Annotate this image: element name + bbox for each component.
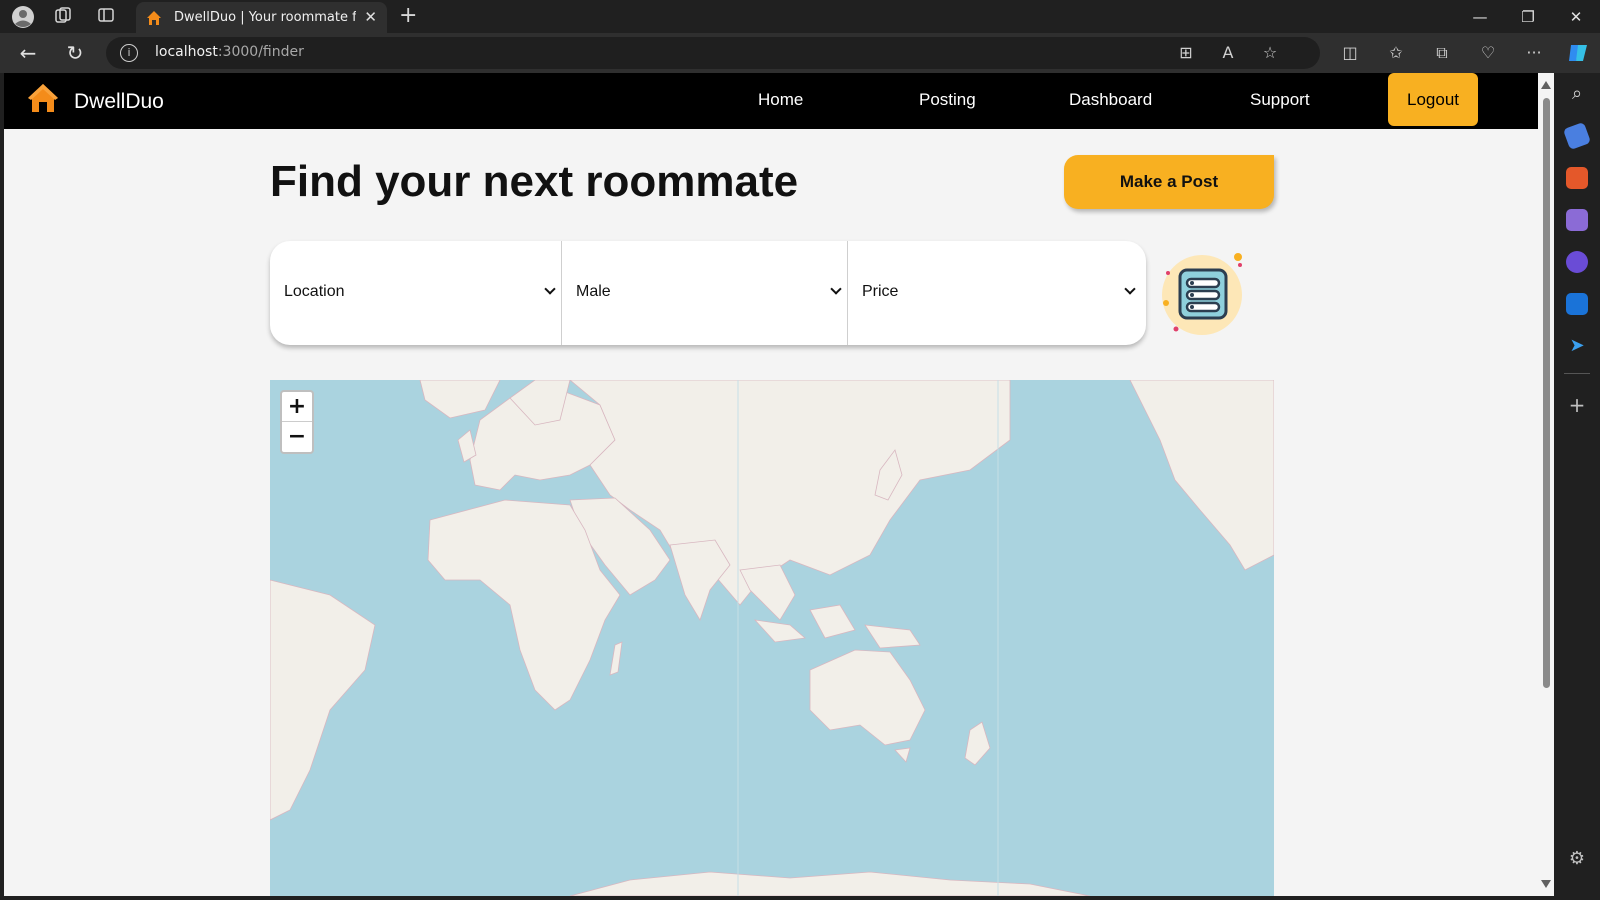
url-host: localhost	[155, 44, 218, 60]
collections-icon[interactable]: ⧉	[1430, 41, 1454, 65]
send-icon[interactable]: ➤	[1566, 335, 1588, 357]
chevron-down-icon	[1124, 283, 1136, 295]
vertical-tabs-icon[interactable]	[95, 6, 117, 28]
browser-tabbar: DwellDuo | Your roommate finder ✕ + — ❐ …	[0, 0, 1600, 35]
price-select[interactable]: Price	[848, 241, 1146, 345]
url-text: localhost:3000/finder	[155, 44, 304, 60]
site-navbar: DwellDuo Home Posting Dashboard Support …	[4, 73, 1538, 129]
active-tab[interactable]: DwellDuo | Your roommate finder ✕	[136, 2, 387, 35]
read-aloud-icon[interactable]: A	[1216, 41, 1240, 65]
scroll-thumb[interactable]	[1543, 98, 1550, 688]
browser-sidebar: ⌕ ➤ + ⚙	[1554, 73, 1600, 900]
shopping-tag-icon[interactable]	[1562, 121, 1592, 151]
nav-posting-link[interactable]: Posting	[919, 90, 976, 110]
logout-button[interactable]: Logout	[1388, 73, 1478, 126]
zoom-control: + −	[280, 390, 314, 454]
copilot-icon[interactable]	[1566, 41, 1590, 65]
workspaces-icon[interactable]	[52, 6, 74, 28]
zoom-out-button[interactable]: −	[282, 422, 312, 452]
make-post-button[interactable]: Make a Post	[1064, 155, 1274, 209]
location-select[interactable]: Location	[270, 241, 560, 345]
settings-gear-icon[interactable]: ⚙	[1566, 848, 1588, 870]
house-logo-icon[interactable]	[26, 81, 60, 115]
page-title: Find your next roommate	[270, 157, 799, 206]
sidebar-divider	[1564, 373, 1590, 374]
scroll-down-arrow-icon[interactable]	[1541, 880, 1551, 888]
price-select-value: Price	[862, 283, 899, 300]
restore-icon[interactable]: ❐	[1506, 4, 1550, 30]
window-close-icon[interactable]: ✕	[1554, 4, 1598, 30]
location-select-value: Location	[284, 283, 345, 300]
gender-select-value: Male	[576, 283, 611, 300]
close-tab-icon[interactable]: ✕	[364, 8, 377, 26]
add-icon[interactable]: +	[1566, 393, 1588, 417]
favorites-icon[interactable]: ✩	[1384, 41, 1408, 65]
tools-icon[interactable]	[1566, 167, 1588, 189]
site-info-icon[interactable]: i	[120, 44, 138, 62]
page-viewport: DwellDuo Home Posting Dashboard Support …	[4, 73, 1538, 896]
map-view[interactable]: + −	[270, 380, 1274, 896]
new-tab-icon[interactable]: +	[399, 3, 417, 28]
nav-home-link[interactable]: Home	[758, 90, 803, 110]
microsoft365-icon[interactable]	[1566, 251, 1588, 273]
zoom-in-button[interactable]: +	[282, 392, 312, 422]
brand-name[interactable]: DwellDuo	[74, 90, 164, 114]
app-available-icon[interactable]: ⊞	[1174, 41, 1198, 65]
browser-essentials-icon[interactable]: ♡	[1476, 41, 1500, 65]
minimize-icon[interactable]: —	[1458, 4, 1502, 30]
chevron-down-icon	[830, 283, 842, 295]
page-scrollbar[interactable]	[1538, 73, 1554, 896]
games-icon[interactable]	[1566, 209, 1588, 231]
outlook-icon[interactable]	[1566, 293, 1588, 315]
tab-title: DwellDuo | Your roommate finder	[174, 10, 356, 25]
back-icon[interactable]: ←	[16, 41, 40, 65]
browser-toolbar: ← ↻ i localhost:3000/finder ⊞ A ☆ ◫ ✩ ⧉ …	[0, 33, 1600, 73]
world-map[interactable]	[270, 380, 1274, 896]
nav-dashboard-link[interactable]: Dashboard	[1069, 90, 1152, 110]
refresh-icon[interactable]: ↻	[63, 41, 87, 65]
list-view-icon[interactable]	[1160, 251, 1244, 337]
filter-bar: Location Male Price	[270, 241, 1146, 345]
house-favicon-icon	[147, 11, 161, 25]
url-path: :3000/finder	[217, 44, 304, 60]
split-screen-icon[interactable]: ◫	[1338, 41, 1362, 65]
more-options-icon[interactable]: ···	[1522, 41, 1546, 65]
favorite-star-icon[interactable]: ☆	[1258, 41, 1282, 65]
nav-support-link[interactable]: Support	[1250, 90, 1310, 110]
chevron-down-icon	[544, 283, 556, 295]
gender-select[interactable]: Male	[562, 241, 847, 345]
profile-icon[interactable]	[12, 6, 34, 28]
address-bar[interactable]: i localhost:3000/finder ⊞ A ☆	[106, 37, 1320, 69]
search-icon[interactable]: ⌕	[1566, 83, 1588, 105]
scroll-up-arrow-icon[interactable]	[1541, 81, 1551, 89]
